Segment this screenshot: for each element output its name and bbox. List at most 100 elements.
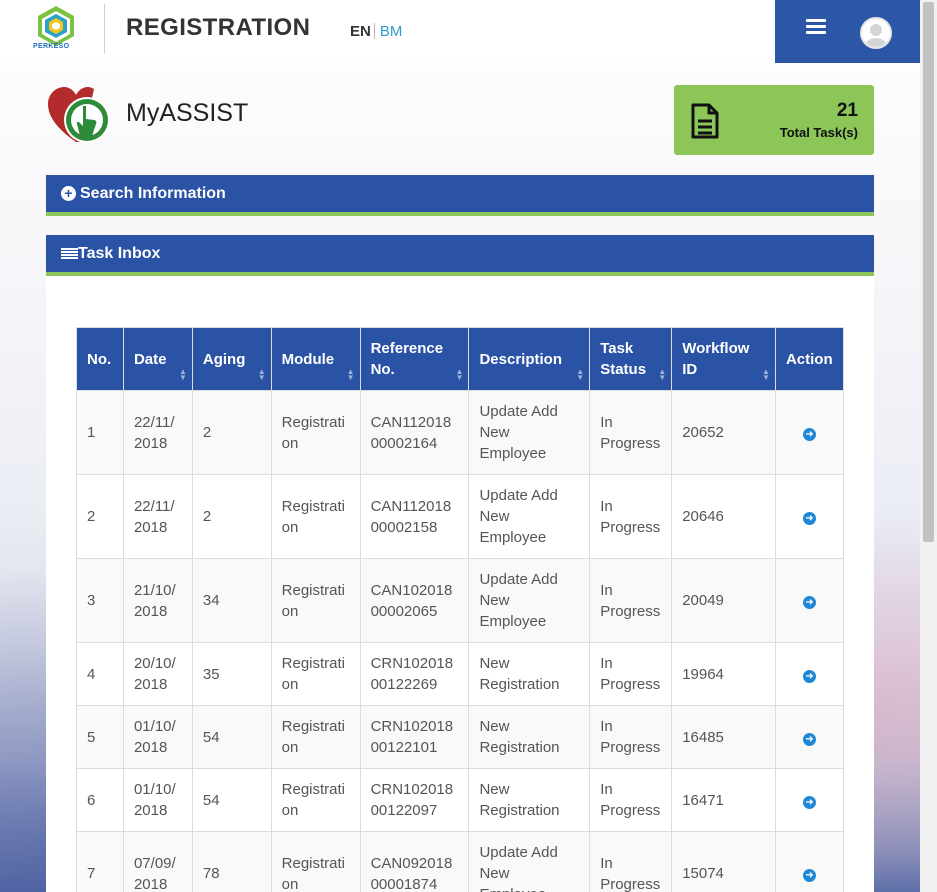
col-header-status[interactable]: Task Status ▲ ▼ [589, 327, 673, 391]
task-inbox-table: No. Date ▲ ▼ Aging ▲ ▼ Module ▲ ▼ Reference No… [76, 327, 845, 892]
task-count: 21 [836, 100, 858, 121]
arrow-circle-right-icon[interactable]: ➜ [802, 732, 816, 746]
cell-status: In Progress [589, 831, 673, 892]
cell-ref: CAN092018 00001874 [359, 831, 470, 892]
myassist-logo [48, 87, 110, 143]
cell-module: Registrati on [270, 474, 361, 559]
cell-no: 1 [76, 390, 124, 475]
cell-action: ➜ [774, 642, 845, 706]
cell-action: ➜ [774, 390, 845, 475]
cell-desc: Update Add New Employee [468, 831, 591, 892]
col-header-workflow[interactable]: Workflow ID ▲ ▼ [671, 327, 776, 391]
logo-text: PERKESO [33, 43, 70, 50]
arrow-circle-right-icon[interactable]: ➜ [802, 428, 816, 441]
cell-aging: 54 [191, 768, 272, 832]
cell-action: ➜ [774, 558, 845, 643]
cell-date: 01/10/ 2018 [122, 768, 193, 832]
sort-icon: ▲ ▼ [762, 367, 770, 382]
cell-action: ➜ [774, 474, 845, 559]
cell-wf: 20646 [671, 474, 776, 559]
lang-en-link[interactable]: EN [350, 23, 371, 40]
task-inbox-panel-header[interactable]: Task Inbox [46, 235, 874, 276]
cell-module: Registrati on [270, 390, 361, 475]
cell-no: 6 [76, 768, 124, 832]
cell-aging: 78 [191, 831, 272, 892]
cell-date: 07/09/ 2018 [122, 831, 193, 892]
table-row: 3 21/10/ 2018 34 Registrati on CAN102018 000… [76, 558, 845, 643]
cell-date: 20/10/ 2018 [122, 642, 193, 706]
cell-aging: 2 [191, 474, 272, 559]
cell-no: 3 [76, 558, 124, 643]
inbox-panel-title: Task Inbox [78, 245, 161, 262]
cell-wf: 16471 [671, 768, 776, 832]
cell-ref: CAN112018 00002164 [359, 390, 470, 475]
user-avatar[interactable] [860, 17, 892, 49]
arrow-circle-right-icon[interactable]: ➜ [802, 596, 816, 609]
sort-icon: ▲ ▼ [658, 367, 667, 382]
nav-block [775, 0, 920, 63]
cell-module: Registrati on [270, 768, 361, 832]
cell-status: In Progress [589, 642, 673, 706]
cell-action: ➜ [774, 768, 845, 832]
col-header-date[interactable]: Date ▲ ▼ [122, 327, 193, 391]
cell-date: 22/11/ 2018 [122, 474, 193, 559]
hamburger-menu-icon[interactable] [806, 19, 826, 35]
cell-module: Registrati on [270, 642, 361, 706]
arrow-circle-right-icon[interactable]: ➜ [802, 869, 816, 882]
table-row: 6 01/10/ 2018 54 Registrati on CRN102018 001… [76, 768, 845, 832]
table-row: 5 01/10/ 2018 54 Registrati on CRN102018 001… [76, 705, 845, 769]
cell-ref: CAN102018 00002065 [359, 558, 470, 643]
cell-date: 21/10/ 2018 [122, 558, 193, 643]
sort-icon: ▲ ▼ [178, 367, 187, 382]
cell-ref: CAN112018 00002158 [359, 474, 470, 559]
cell-action: ➜ [774, 705, 845, 769]
document-icon [691, 103, 719, 139]
cell-ref: CRN102018 00122269 [359, 642, 470, 706]
col-header-reference[interactable]: Reference No. ▲ ▼ [359, 327, 470, 391]
cell-status: In Progress [589, 558, 673, 643]
cell-wf: 20049 [671, 558, 776, 643]
cell-wf: 16485 [671, 705, 776, 769]
cell-desc: New Registration [468, 705, 591, 769]
scrollbar-thumb[interactable] [923, 2, 934, 542]
cell-date: 01/10/ 2018 [122, 705, 193, 769]
cell-wf: 15074 [671, 831, 776, 892]
search-information-panel-header[interactable]: + Search Information [46, 175, 874, 216]
cell-wf: 20652 [671, 390, 776, 475]
total-tasks-card[interactable]: 21 Total Task(s) [674, 85, 874, 155]
cell-status: In Progress [589, 768, 673, 832]
table-row: 7 07/09/ 2018 78 Registrati on CAN092018 000… [76, 831, 845, 892]
cell-ref: CRN102018 00122101 [359, 705, 470, 769]
cell-aging: 35 [191, 642, 272, 706]
cell-wf: 19964 [671, 642, 776, 706]
arrow-circle-right-icon[interactable]: ➜ [802, 795, 816, 809]
cell-no: 4 [76, 642, 124, 706]
cell-desc: Update Add New Employee [468, 558, 591, 643]
col-header-description[interactable]: Description ▲ ▼ [468, 327, 591, 391]
page-scrollbar[interactable] [920, 0, 937, 892]
col-header-module[interactable]: Module ▲ ▼ [270, 327, 361, 391]
arrow-circle-right-icon[interactable]: ➜ [802, 512, 816, 525]
cell-desc: Update Add New Employee [468, 474, 591, 559]
arrow-circle-right-icon[interactable]: ➜ [802, 669, 816, 683]
language-switcher: EN BM [350, 23, 402, 40]
sort-icon: ▲ ▼ [576, 367, 585, 382]
table-row: 1 22/11/ 2018 2 Registrati on CAN112018 0000… [76, 390, 845, 475]
cell-date: 22/11/ 2018 [122, 390, 193, 475]
cell-no: 5 [76, 705, 124, 769]
cell-aging: 2 [191, 390, 272, 475]
search-panel-title: Search Information [80, 185, 226, 202]
cell-no: 7 [76, 831, 124, 892]
myassist-title: MyASSIST [126, 99, 249, 127]
col-header-action: Action [774, 327, 845, 391]
sort-icon: ▲ ▼ [257, 367, 266, 382]
lang-bm-link[interactable]: BM [380, 23, 403, 40]
lang-separator [373, 23, 375, 39]
cell-ref: CRN102018 00122097 [359, 768, 470, 832]
col-header-aging[interactable]: Aging ▲ ▼ [191, 327, 272, 391]
cell-aging: 54 [191, 705, 272, 769]
col-header-no: No. [76, 327, 124, 391]
cell-module: Registrati on [270, 705, 361, 769]
cell-desc: New Registration [468, 768, 591, 832]
plus-circle-icon: + [61, 186, 76, 201]
